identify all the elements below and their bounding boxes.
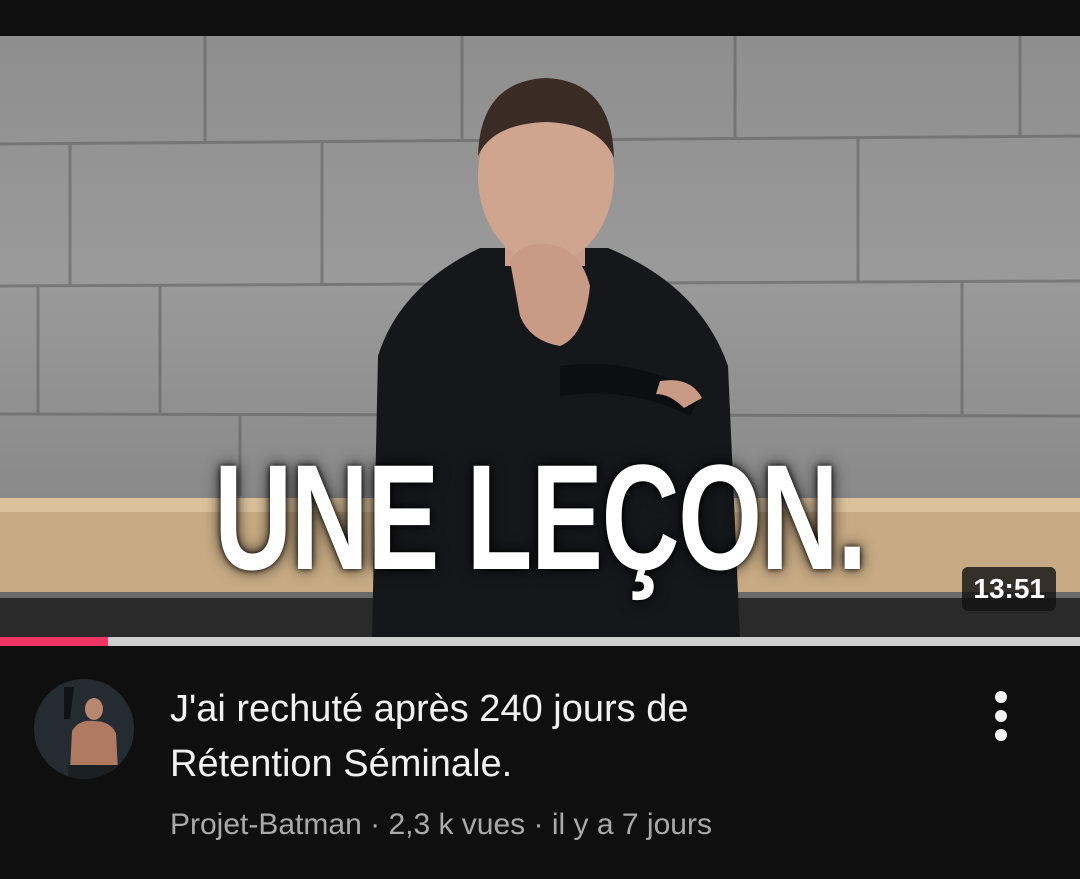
watch-progress-fill xyxy=(0,637,108,646)
more-vert-icon[interactable] xyxy=(982,686,1020,746)
more-dot xyxy=(995,729,1007,741)
duration-badge: 13:51 xyxy=(962,567,1056,611)
video-title[interactable]: J'ai rechuté après 240 jours de Rétentio… xyxy=(170,682,930,792)
video-thumbnail[interactable]: UNE LEÇON. 13:51 xyxy=(0,36,1080,638)
separator: · xyxy=(533,808,544,841)
video-subline: Projet-Batman · 2,3 k vues · il y a 7 jo… xyxy=(170,808,712,842)
separator: · xyxy=(370,808,381,841)
upload-age: il y a 7 jours xyxy=(551,808,712,841)
avatar-image xyxy=(34,679,134,779)
video-meta: J'ai rechuté après 240 jours de Rétentio… xyxy=(0,646,1080,879)
channel-avatar[interactable] xyxy=(34,679,134,779)
thumbnail-overlay-text: UNE LEÇON. xyxy=(214,433,867,601)
video-title-line-2: Rétention Séminale. xyxy=(170,743,513,785)
view-count: 2,3 k vues xyxy=(388,808,526,841)
more-dot xyxy=(995,691,1007,703)
video-title-line-1: J'ai rechuté après 240 jours de xyxy=(170,688,689,730)
top-bar xyxy=(0,0,1080,36)
channel-name[interactable]: Projet-Batman xyxy=(170,808,362,841)
watch-progress-bar xyxy=(0,637,1080,646)
more-dot xyxy=(995,710,1007,722)
